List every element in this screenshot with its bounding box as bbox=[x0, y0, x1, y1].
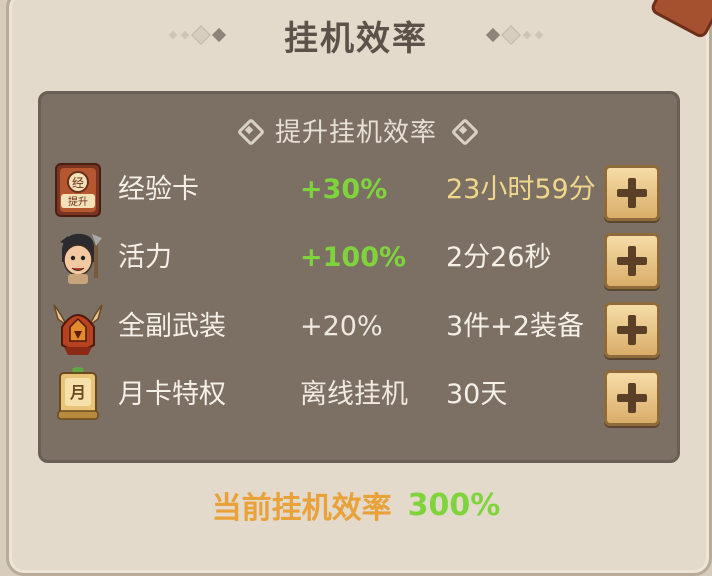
title-ornament-right bbox=[485, 25, 544, 45]
page-title: 挂机效率 bbox=[284, 18, 428, 59]
row-detail: 3件+2装备 bbox=[446, 311, 584, 342]
row-label: 全副武装 bbox=[118, 311, 226, 342]
row-value: +100% bbox=[300, 242, 407, 273]
exp-card-icon: 经 提升 bbox=[55, 163, 101, 217]
title-ornament-left bbox=[168, 25, 227, 45]
row-value: 离线挂机 bbox=[300, 379, 408, 410]
add-vitality-button[interactable] bbox=[604, 233, 660, 289]
diamond-ornament-icon bbox=[236, 117, 266, 147]
list-item-monthly-card: 月 月卡特权 离线挂机 30天 bbox=[0, 363, 712, 427]
row-detail: 2分26秒 bbox=[446, 242, 552, 273]
vitality-character-icon bbox=[60, 233, 102, 284]
add-monthly-card-button[interactable] bbox=[604, 370, 660, 426]
current-efficiency-value: 300% bbox=[407, 487, 501, 523]
current-efficiency-label: 当前挂机效率 bbox=[211, 491, 392, 526]
section-title: 提升挂机效率 bbox=[274, 117, 437, 148]
subtitle-bar: 提升挂机效率 bbox=[0, 110, 712, 150]
row-value: +20% bbox=[300, 311, 383, 342]
row-label: 经验卡 bbox=[118, 174, 199, 205]
row-label: 月卡特权 bbox=[118, 379, 226, 410]
monthly-card-icon-char: 月 bbox=[69, 383, 86, 402]
row-detail: 23小时59分 bbox=[446, 174, 596, 205]
exp-card-icon-label: 提升 bbox=[68, 196, 88, 208]
current-efficiency: 当前挂机效率 300% bbox=[0, 480, 712, 530]
row-value: +30% bbox=[300, 174, 388, 205]
title-bar: 挂机效率 bbox=[0, 0, 712, 70]
exp-card-icon-char: 经 bbox=[72, 176, 84, 190]
list-item-full-armor: 全副武装 +20% 3件+2装备 bbox=[0, 295, 712, 359]
list-item-vitality: 活力 +100% 2分26秒 bbox=[0, 226, 712, 290]
monthly-card-icon: 月 bbox=[57, 367, 99, 420]
full-armor-helmet-icon bbox=[53, 304, 103, 355]
row-label: 活力 bbox=[118, 242, 172, 273]
list-item-exp-card: 经 提升 经验卡 +30% 23小时59分 bbox=[0, 158, 712, 222]
row-detail: 30天 bbox=[446, 379, 508, 410]
add-full-armor-button[interactable] bbox=[604, 302, 660, 358]
add-exp-card-button[interactable] bbox=[604, 165, 660, 221]
diamond-ornament-icon bbox=[450, 117, 480, 147]
